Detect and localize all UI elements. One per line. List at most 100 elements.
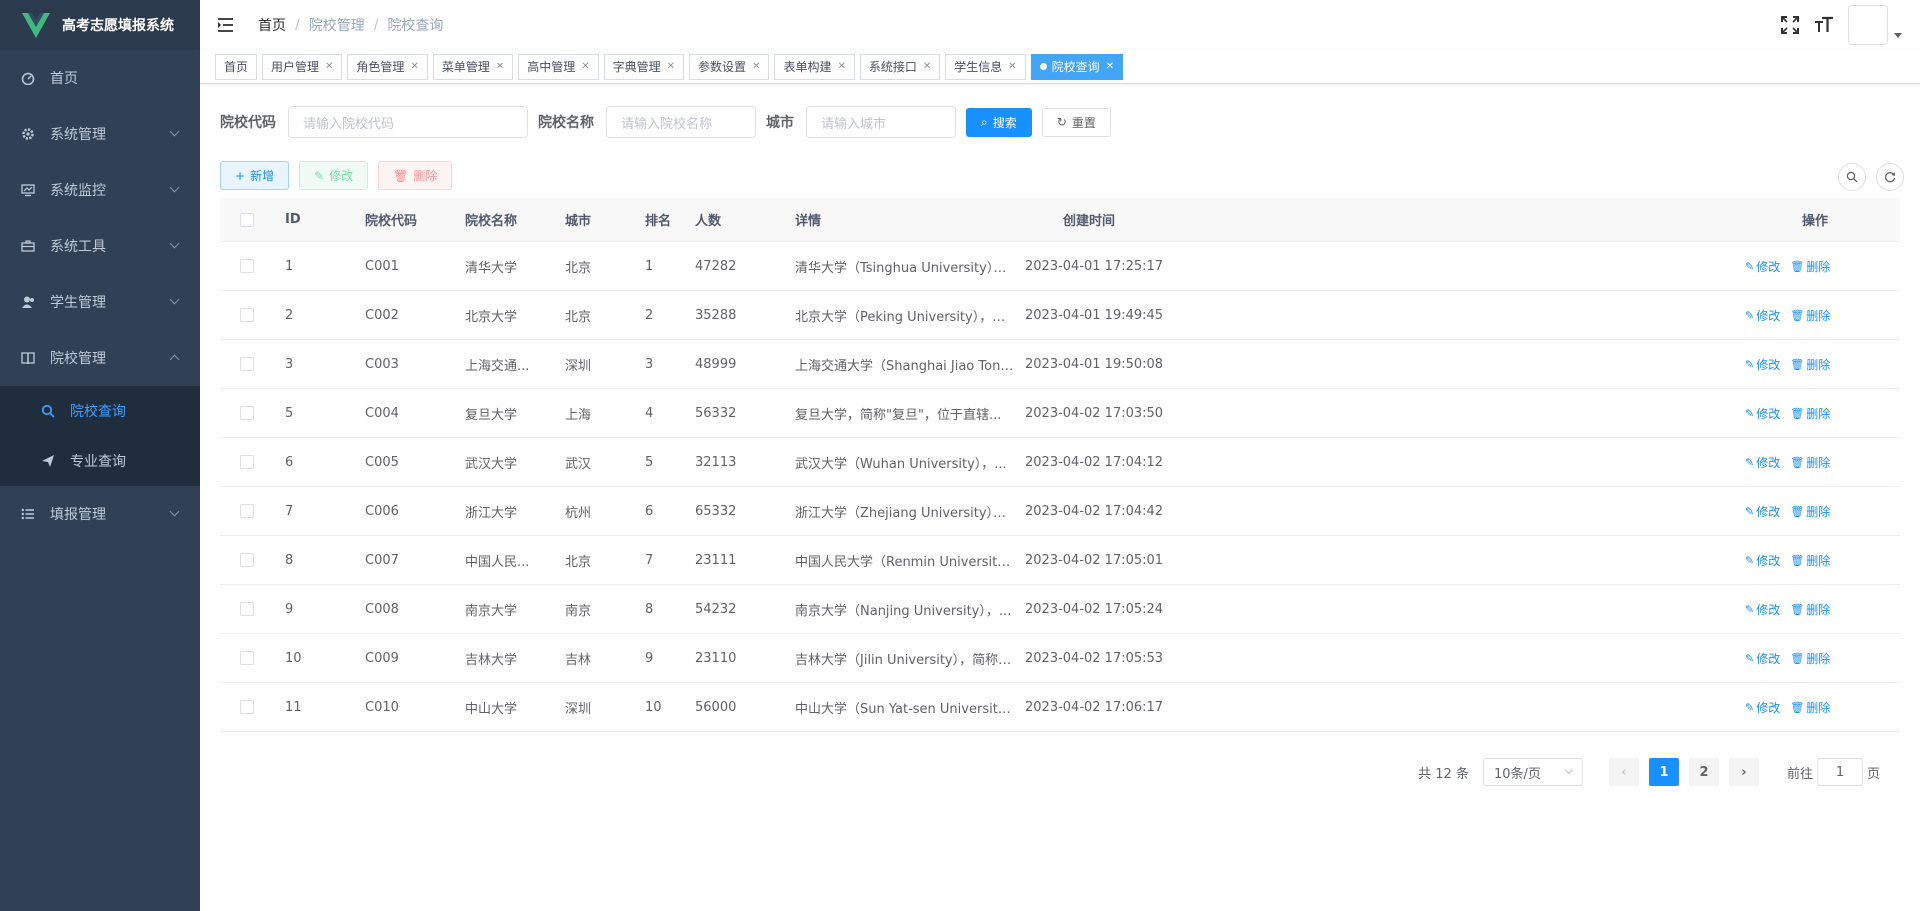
row-actions: ✎ 修改 🗑 删除 — [1745, 307, 1885, 324]
row-checkbox[interactable] — [240, 602, 254, 616]
tag-params[interactable]: 参数设置 ✕ — [689, 53, 770, 80]
row-edit-link[interactable]: ✎ 修改 — [1745, 356, 1780, 373]
cell-code: C005 — [365, 454, 399, 470]
row-edit-link[interactable]: ✎ 修改 — [1745, 454, 1780, 471]
row-edit-label: 修改 — [1756, 602, 1781, 617]
college-name-input[interactable]: 请输入院校名称 — [606, 106, 756, 138]
row-checkbox[interactable] — [240, 259, 254, 273]
tag-students[interactable]: 学生信息 ✕ — [945, 53, 1026, 80]
tag-api[interactable]: 系统接口 ✕ — [859, 53, 941, 80]
tag-menus[interactable]: 菜单管理 ✕ — [432, 53, 514, 80]
cell-id: 5 — [285, 405, 294, 421]
row-edit-link[interactable]: ✎ 修改 — [1745, 405, 1780, 422]
close-icon[interactable]: ✕ — [410, 61, 418, 72]
close-icon[interactable]: ✕ — [667, 61, 675, 72]
page-button-2[interactable]: 2 — [1688, 758, 1719, 786]
tag-form-builder[interactable]: 表单构建 ✕ — [774, 53, 855, 80]
toggle-search-button[interactable] — [1838, 163, 1866, 191]
goto-page-input[interactable]: 1 — [1816, 758, 1863, 786]
cell-detail: 浙江大学（Zhejiang University），... — [795, 505, 1019, 521]
page-size-select[interactable]: 10条/页 — [1482, 758, 1583, 786]
refresh-table-button[interactable] — [1876, 163, 1904, 191]
sidebar-item-label: 首页 — [50, 71, 78, 87]
row-delete-link[interactable]: 🗑 删除 — [1790, 454, 1830, 471]
row-delete-link[interactable]: 🗑 删除 — [1790, 405, 1830, 422]
cell-id: 1 — [285, 258, 294, 274]
close-icon[interactable]: ✕ — [1106, 61, 1114, 72]
font-size-icon[interactable] — [1814, 15, 1834, 35]
next-page-button[interactable]: › — [1728, 758, 1759, 786]
cell-created: 2023-04-01 19:50:08 — [1025, 356, 1164, 372]
select-all-checkbox[interactable] — [240, 212, 254, 227]
logo[interactable]: 高考志愿填报系统 — [0, 0, 200, 50]
cell-detail: 吉林大学（Jilin University），简称"... — [795, 652, 1017, 668]
row-edit-link[interactable]: ✎ 修改 — [1745, 258, 1780, 275]
row-delete-link[interactable]: 🗑 删除 — [1790, 307, 1830, 324]
select-all-cell — [220, 212, 285, 227]
close-icon[interactable]: ✕ — [325, 61, 333, 72]
row-checkbox[interactable] — [240, 700, 254, 714]
search-button[interactable]: ⌕ 搜索 — [966, 107, 1032, 137]
row-edit-link[interactable]: ✎ 修改 — [1745, 307, 1780, 324]
navbar: 首页 / 院校管理 / 院校查询 — [200, 0, 1920, 50]
tag-home[interactable]: 首页 — [215, 53, 258, 80]
sidebar-subitem-college-search[interactable]: 院校查询 — [0, 386, 200, 436]
row-checkbox[interactable] — [240, 504, 254, 518]
row-checkbox[interactable] — [240, 357, 254, 371]
sidebar-item-monitor[interactable]: 系统监控 — [0, 162, 200, 218]
sidebar-item-home[interactable]: 首页 — [0, 50, 200, 106]
sidebar-item-students[interactable]: 学生管理 — [0, 274, 200, 330]
caret-down-icon[interactable] — [1894, 32, 1902, 38]
prev-page-button[interactable]: ‹ — [1608, 758, 1639, 786]
delete-button[interactable]: 🗑 删除 — [378, 161, 453, 190]
tag-dicts[interactable]: 字典管理 ✕ — [603, 53, 685, 80]
close-icon[interactable]: ✕ — [581, 61, 589, 72]
row-delete-link[interactable]: 🗑 删除 — [1790, 503, 1830, 520]
sidebar-item-tools[interactable]: 系统工具 — [0, 218, 200, 274]
row-edit-link[interactable]: ✎ 修改 — [1745, 650, 1780, 667]
tag-users[interactable]: 用户管理 ✕ — [262, 53, 343, 80]
sidebar-item-applications[interactable]: 填报管理 — [0, 486, 200, 542]
row-checkbox[interactable] — [240, 308, 254, 322]
tag-college-search[interactable]: 院校查询 ✕ — [1030, 53, 1124, 80]
close-icon[interactable]: ✕ — [496, 61, 504, 72]
goto-suffix: 页 — [1866, 766, 1880, 782]
add-button[interactable]: + 新增 — [220, 161, 290, 190]
row-delete-link[interactable]: 🗑 删除 — [1790, 552, 1830, 569]
row-delete-link[interactable]: 🗑 删除 — [1790, 258, 1830, 275]
row-checkbox[interactable] — [240, 406, 254, 420]
avatar[interactable] — [1848, 5, 1888, 45]
cell-code: C010 — [365, 699, 399, 715]
page-button-1[interactable]: 1 — [1648, 758, 1679, 786]
reset-button[interactable]: ↻ 重置 — [1041, 107, 1111, 137]
close-icon[interactable]: ✕ — [1008, 61, 1016, 72]
edit-icon: ✎ — [1745, 259, 1755, 273]
city-input[interactable]: 请输入城市 — [806, 106, 956, 138]
college-code-input[interactable]: 请输入院校代码 — [288, 106, 528, 138]
fullscreen-icon[interactable] — [1780, 15, 1800, 35]
row-checkbox[interactable] — [240, 455, 254, 469]
header-id: ID — [285, 212, 301, 227]
row-edit-link[interactable]: ✎ 修改 — [1745, 503, 1780, 520]
row-delete-link[interactable]: 🗑 删除 — [1790, 650, 1830, 667]
row-edit-link[interactable]: ✎ 修改 — [1745, 552, 1780, 569]
row-edit-link[interactable]: ✎ 修改 — [1745, 699, 1780, 716]
row-edit-link[interactable]: ✎ 修改 — [1745, 601, 1780, 618]
close-icon[interactable]: ✕ — [837, 61, 845, 72]
edit-button[interactable]: ✎ 修改 — [299, 161, 369, 190]
row-delete-link[interactable]: 🗑 删除 — [1790, 356, 1830, 373]
hamburger-menu-icon[interactable] — [216, 15, 236, 35]
tag-highschools[interactable]: 高中管理 ✕ — [518, 53, 599, 80]
row-delete-link[interactable]: 🗑 删除 — [1790, 699, 1830, 716]
close-icon[interactable]: ✕ — [752, 61, 760, 72]
close-icon[interactable]: ✕ — [923, 61, 931, 72]
row-checkbox[interactable] — [240, 651, 254, 665]
row-checkbox[interactable] — [240, 553, 254, 567]
tag-roles[interactable]: 角色管理 ✕ — [347, 53, 428, 80]
sidebar-item-system[interactable]: 系统管理 — [0, 106, 200, 162]
sidebar-item-colleges[interactable]: 院校管理 — [0, 330, 200, 386]
sidebar-subitem-major-search[interactable]: 专业查询 — [0, 436, 200, 486]
search-icon: ⌕ — [981, 114, 988, 129]
breadcrumb-item[interactable]: 首页 — [258, 15, 286, 35]
row-delete-link[interactable]: 🗑 删除 — [1790, 601, 1830, 618]
